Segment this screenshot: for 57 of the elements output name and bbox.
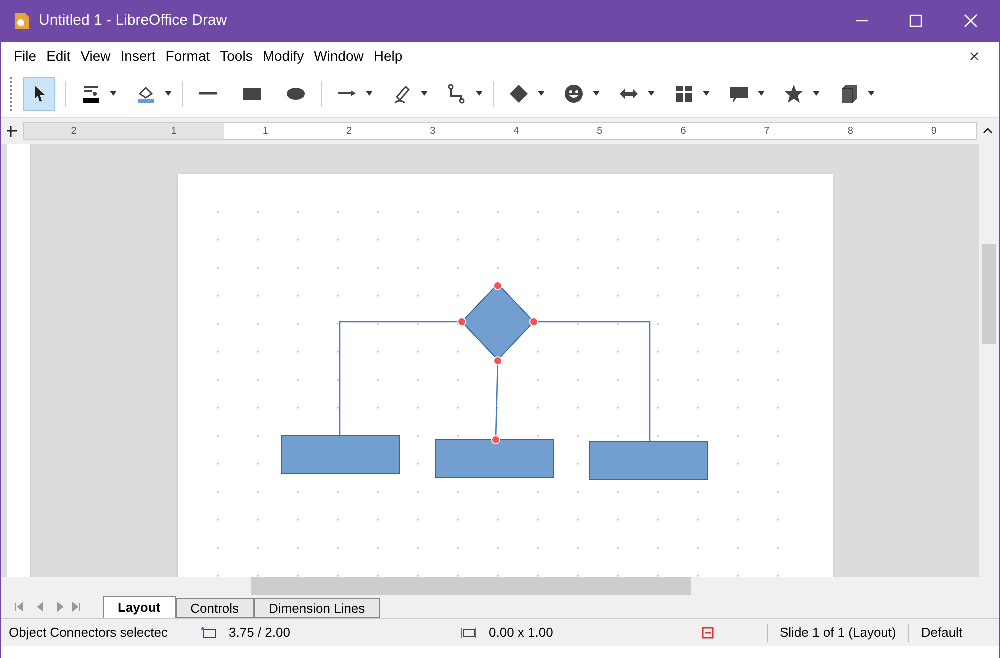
menu-item[interactable]: Modify	[258, 46, 310, 66]
toolbar-button[interactable]	[23, 76, 55, 110]
caret-icon[interactable]	[758, 91, 765, 96]
toolbar-grip-icon[interactable]	[9, 76, 13, 110]
sheet-tab[interactable]: Dimension Lines	[254, 598, 380, 618]
arrow-icon	[337, 90, 357, 97]
ruler-label: 8	[848, 124, 854, 138]
horizontal-scrollbar[interactable]	[1, 577, 999, 595]
menu-item[interactable]: Format	[160, 46, 216, 66]
ruler-label: 5	[597, 124, 603, 138]
ruler-label: 3	[430, 124, 436, 138]
sheet-tab[interactable]: Controls	[176, 598, 254, 618]
page-style: Default	[921, 624, 963, 642]
menu-item[interactable]: Edit	[42, 46, 76, 66]
menu-item[interactable]: Window	[309, 46, 369, 66]
smiley-icon	[563, 82, 585, 104]
menu-item[interactable]: Insert	[116, 46, 161, 66]
caret-icon[interactable]	[476, 91, 483, 96]
size-value: 0.00 x 1.00	[489, 624, 554, 642]
diamond-icon	[508, 82, 530, 104]
window-title: Untitled 1 - LibreOffice Draw	[39, 10, 228, 31]
maximize-icon[interactable]	[909, 14, 923, 28]
document-modified-icon[interactable]	[701, 626, 715, 640]
menu-item[interactable]: View	[76, 46, 116, 66]
position-value: 3.75 / 2.00	[229, 624, 292, 642]
position-icon	[201, 626, 217, 638]
star-icon	[783, 82, 805, 104]
ruler-label: 2	[71, 124, 77, 138]
tab-stop-icon[interactable]	[5, 124, 19, 138]
ruler-label: 1	[171, 124, 177, 138]
caret-icon[interactable]	[593, 91, 600, 96]
close-icon[interactable]	[963, 13, 979, 29]
caret-icon[interactable]	[366, 91, 373, 96]
ruler-label: 1	[262, 124, 269, 138]
line-icon	[198, 92, 218, 95]
menu-item[interactable]: Tools	[215, 46, 258, 66]
caret-icon[interactable]	[538, 91, 545, 96]
menu-item[interactable]: File	[9, 46, 42, 66]
size-icon	[461, 626, 477, 638]
caret-icon[interactable]	[703, 91, 710, 96]
ruler-label: 9	[931, 124, 937, 138]
caret-icon[interactable]	[868, 91, 875, 96]
app-icon	[13, 12, 31, 30]
caret-icon[interactable]	[648, 91, 655, 96]
ruler-label: 6	[680, 124, 686, 138]
caret-icon[interactable]	[421, 91, 428, 96]
caret-icon[interactable]	[813, 91, 820, 96]
caret-icon[interactable]	[165, 91, 172, 96]
ruler-label: 4	[514, 124, 520, 138]
close-document-icon[interactable]	[970, 52, 979, 60]
ruler-label: 7	[764, 124, 770, 138]
status-message: Object Connectors selectec	[9, 624, 169, 642]
caret-icon[interactable]	[110, 91, 117, 96]
ruler-label: 2	[346, 124, 352, 138]
sheet-tab[interactable]: Layout	[103, 596, 176, 618]
menu-item[interactable]: Help	[368, 46, 408, 66]
slide-indicator: Slide 1 of 1 (Layout)	[780, 624, 896, 642]
